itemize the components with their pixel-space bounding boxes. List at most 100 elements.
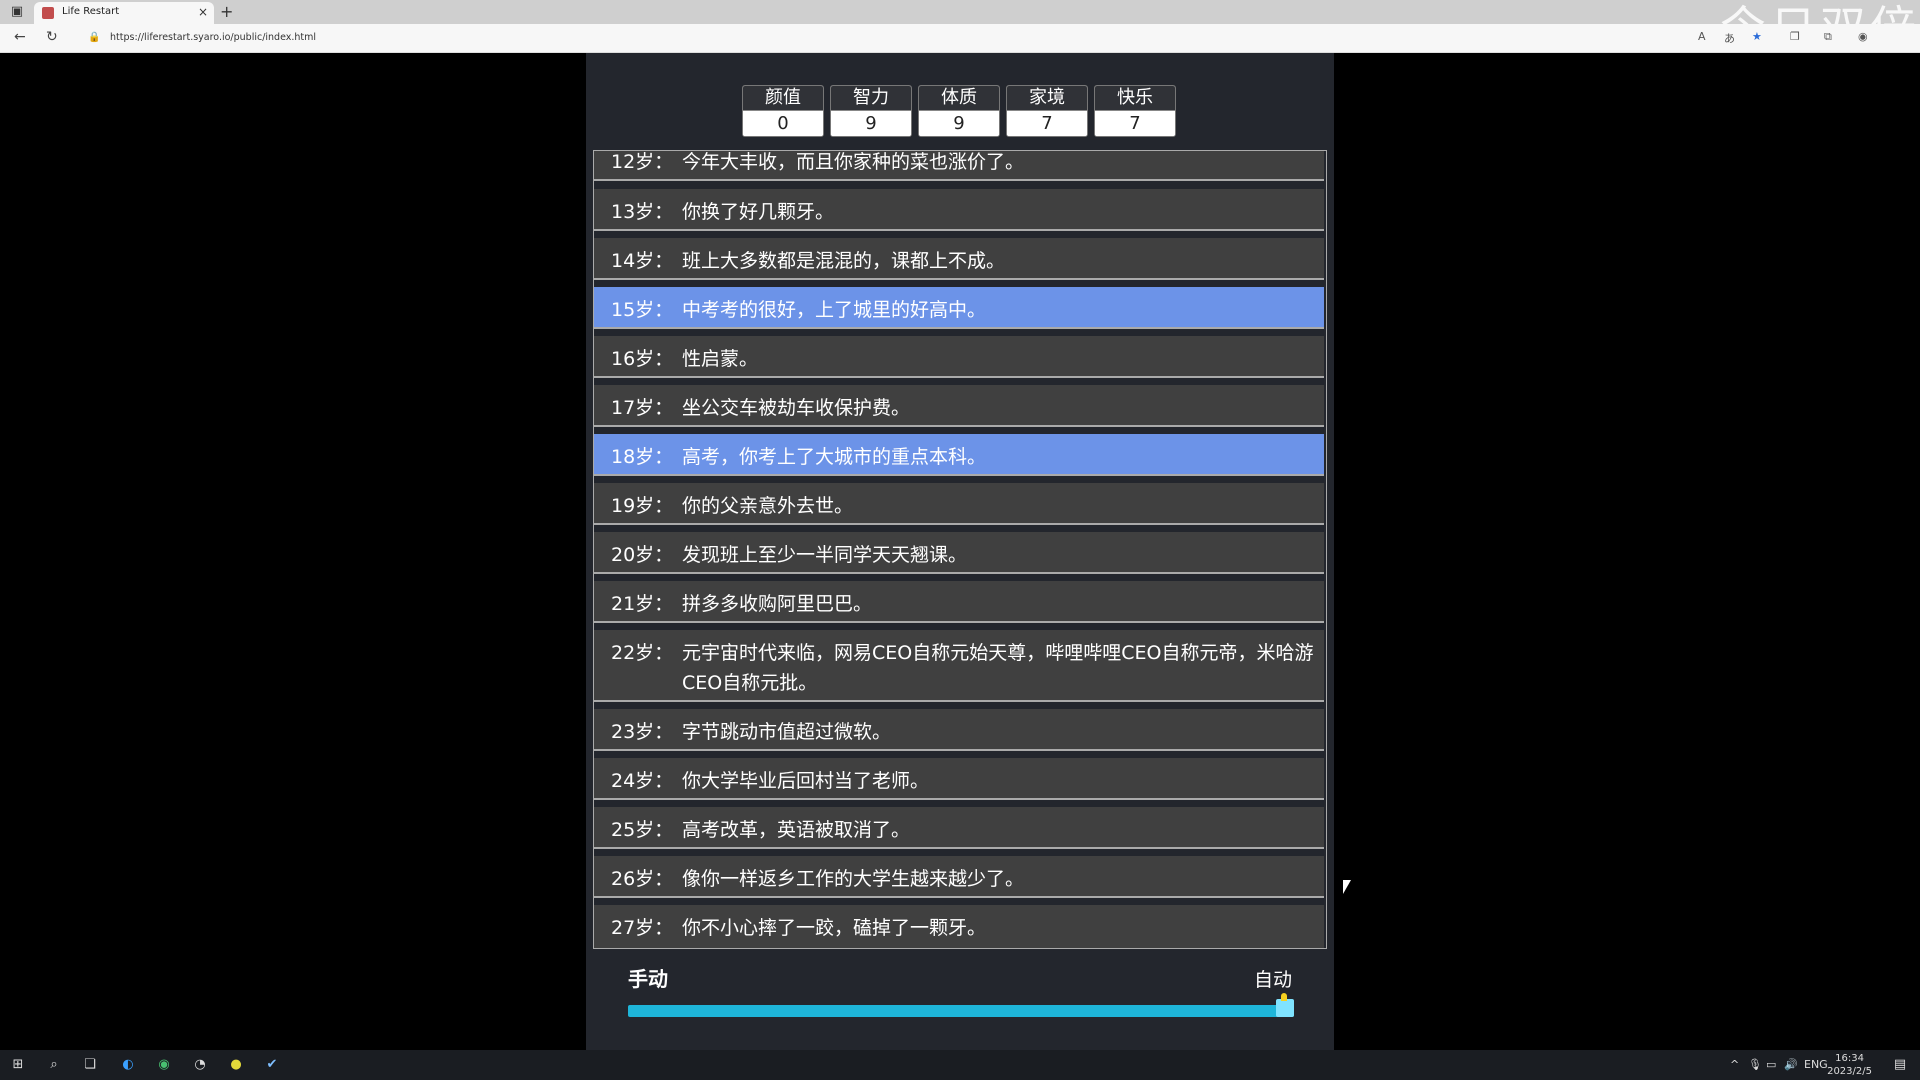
event-age: 26岁： — [611, 868, 674, 890]
event-text: 今年大丰收，而且你家种的菜也涨价了。 — [682, 151, 1025, 173]
event-age: 21岁： — [611, 593, 674, 615]
collections-icon[interactable]: ❐ — [1790, 30, 1800, 43]
favorite-icon[interactable]: ★ — [1752, 30, 1762, 43]
event-item: 22岁： 元宇宙时代来临，网易CEO自称元始天尊，哔哩哔哩CEO自称元帝，米哈游… — [594, 630, 1324, 702]
property-intelligence: 智力 9 — [830, 85, 912, 137]
microphone-icon[interactable]: 🎙 — [1748, 1058, 1762, 1071]
event-age: 14岁： — [611, 250, 674, 272]
event-text: 班上大多数都是混混的，课都上不成。 — [682, 250, 1006, 272]
property-value: 9 — [919, 111, 999, 136]
profile-icon[interactable]: ◉ — [1858, 30, 1868, 43]
event-item: 26岁： 像你一样返乡工作的大学生越来越少了。 — [594, 856, 1324, 898]
property-value: 7 — [1095, 111, 1175, 136]
event-item: 20岁： 发现班上至少一半同学天天翘课。 — [594, 532, 1324, 574]
event-item-highlighted: 15岁： 中考考的很好，上了城里的好高中。 — [594, 287, 1324, 329]
event-item: 25岁： 高考改革，英语被取消了。 — [594, 807, 1324, 849]
event-text: 坐公交车被劫车收保护费。 — [682, 397, 911, 419]
event-text: 性启蒙。 — [682, 348, 759, 370]
event-text: 发现班上至少一半同学天天翘课。 — [682, 544, 968, 566]
speed-slider-thumb[interactable] — [1276, 999, 1294, 1017]
edge-browser-icon[interactable]: ◐ — [120, 1057, 136, 1073]
event-text: 中考考的很好，上了城里的好高中。 — [682, 299, 987, 321]
slider-thumb-tip — [1281, 993, 1287, 1001]
event-text: 你不小心摔了一跤，磕掉了一颗牙。 — [682, 917, 987, 939]
property-value: 0 — [743, 111, 823, 136]
event-age: 13岁： — [611, 201, 674, 223]
manual-mode-label[interactable]: 手动 — [628, 963, 668, 992]
property-value: 9 — [831, 111, 911, 136]
property-label: 体质 — [919, 86, 999, 111]
speed-slider-track[interactable] — [628, 1005, 1294, 1017]
extensions-icon[interactable]: ⧉ — [1824, 30, 1832, 44]
steam-icon[interactable]: ✔ — [264, 1057, 280, 1073]
property-label: 家境 — [1007, 86, 1087, 111]
clock-date: 2023/2/5 — [1827, 1066, 1872, 1077]
read-aloud-icon[interactable]: A — [1698, 30, 1706, 43]
event-age: 15岁： — [611, 299, 674, 321]
event-item: 19岁： 你的父亲意外去世。 — [594, 483, 1324, 525]
property-label: 颜值 — [743, 86, 823, 111]
language-indicator[interactable]: ENG — [1804, 1058, 1828, 1071]
property-family: 家境 7 — [1006, 85, 1088, 137]
reload-icon[interactable]: ↻ — [46, 29, 58, 45]
event-age: 25岁： — [611, 819, 674, 841]
event-text: 高考改革，英语被取消了。 — [682, 819, 911, 841]
browser-toolbar: ← ↻ 🔒 https://liferestart.syaro.io/publi… — [0, 24, 1920, 53]
app-icon[interactable]: ● — [228, 1057, 244, 1073]
event-age: 18岁： — [611, 446, 674, 468]
event-text: 你的父亲意外去世。 — [682, 495, 854, 517]
event-text: 元宇宙时代来临，网易CEO自称元始天尊，哔哩哔哩CEO自称元帝，米哈游CEO自称… — [682, 642, 1314, 694]
property-label: 智力 — [831, 86, 911, 111]
search-icon[interactable]: ⌕ — [46, 1057, 62, 1073]
event-text: 高考，你考上了大城市的重点本科。 — [682, 446, 987, 468]
event-item: 21岁： 拼多多收购阿里巴巴。 — [594, 581, 1324, 623]
clock[interactable]: 16:34 2023/2/5 — [1827, 1052, 1872, 1078]
taskbar: ⊞ ⌕ ❏ ◐ ◉ ◔ ● ✔ ^ 🎙 ▭ 🔊 ENG 16:34 2023/2… — [0, 1050, 1920, 1080]
event-text: 你换了好几颗牙。 — [682, 201, 835, 223]
volume-icon[interactable]: 🔊 — [1784, 1058, 1798, 1071]
clock-app-icon[interactable]: ◔ — [192, 1057, 208, 1073]
mouse-cursor-icon — [1343, 880, 1351, 894]
event-item: 16岁： 性启蒙。 — [594, 336, 1324, 378]
event-item-highlighted: 18岁： 高考，你考上了大城市的重点本科。 — [594, 434, 1324, 476]
event-age: 27岁： — [611, 917, 674, 939]
network-icon[interactable]: ▭ — [1766, 1058, 1776, 1071]
notification-icon[interactable]: ▤ — [1892, 1057, 1908, 1073]
event-item: 13岁： 你换了好几颗牙。 — [594, 189, 1324, 231]
new-tab-button[interactable]: + — [220, 2, 233, 21]
event-age: 17岁： — [611, 397, 674, 419]
tab-actions-icon[interactable]: ▣ — [10, 5, 24, 19]
event-text: 你大学毕业后回村当了老师。 — [682, 770, 930, 792]
property-value: 7 — [1007, 111, 1087, 136]
lock-icon[interactable]: 🔒 — [88, 32, 100, 43]
event-age: 20岁： — [611, 544, 674, 566]
translate-icon[interactable]: あ — [1724, 30, 1735, 46]
address-bar[interactable]: https://liferestart.syaro.io/public/inde… — [110, 32, 316, 43]
event-item: 23岁： 字节跳动市值超过微软。 — [594, 709, 1324, 751]
tab-close-icon[interactable]: × — [198, 5, 208, 19]
game-page: 颜值 0 智力 9 体质 9 家境 7 快乐 7 12岁： 今年大丰收，而且你家… — [586, 53, 1334, 1050]
tray-expand-icon[interactable]: ^ — [1730, 1058, 1739, 1071]
event-item: 24岁： 你大学毕业后回村当了老师。 — [594, 758, 1324, 800]
event-item: 17岁： 坐公交车被劫车收保护费。 — [594, 385, 1324, 427]
favicon-icon — [42, 7, 54, 19]
event-text: 像你一样返乡工作的大学生越来越少了。 — [682, 868, 1025, 890]
property-strength: 体质 9 — [918, 85, 1000, 137]
property-looks: 颜值 0 — [742, 85, 824, 137]
auto-mode-label[interactable]: 自动 — [1254, 965, 1292, 992]
event-age: 24岁： — [611, 770, 674, 792]
back-icon[interactable]: ← — [14, 29, 26, 45]
event-item: 12岁： 今年大丰收，而且你家种的菜也涨价了。 — [594, 151, 1324, 181]
task-view-icon[interactable]: ❏ — [82, 1057, 98, 1073]
event-age: 19岁： — [611, 495, 674, 517]
event-age: 23岁： — [611, 721, 674, 743]
event-item: 14岁： 班上大多数都是混混的，课都上不成。 — [594, 238, 1324, 280]
chrome-icon[interactable]: ◉ — [156, 1057, 172, 1073]
start-icon[interactable]: ⊞ — [10, 1057, 26, 1073]
event-age: 22岁： — [611, 642, 674, 664]
event-text: 字节跳动市值超过微软。 — [682, 721, 892, 743]
browser-tab[interactable]: Life Restart × — [34, 2, 214, 24]
tab-title: Life Restart — [62, 6, 120, 17]
browser-tab-bar: ▣ Life Restart × + 今日双倍 — [0, 0, 1920, 55]
life-event-list[interactable]: 12岁： 今年大丰收，而且你家种的菜也涨价了。 13岁： 你换了好几颗牙。 14… — [593, 150, 1327, 949]
